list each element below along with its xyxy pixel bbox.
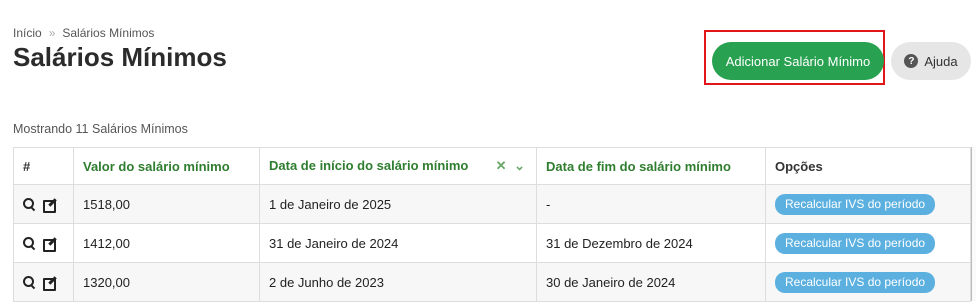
edit-icon[interactable] [43, 236, 57, 252]
scrollbar[interactable] [971, 147, 976, 301]
minimum-wage-table: # Valor do salário mínimo Data de início… [13, 147, 971, 302]
cell-value: 1518,00 [73, 184, 260, 224]
breadcrumb-home-link[interactable]: Início [13, 26, 42, 40]
help-button-label: Ajuda [924, 53, 958, 69]
recalculate-ivs-button[interactable]: Recalcular IVS do período [775, 232, 936, 254]
cell-end-date: 31 de Dezembro de 2024 [536, 223, 766, 263]
cell-value: 1320,00 [73, 262, 260, 302]
add-minimum-wage-button[interactable]: Adicionar Salário Mínimo [712, 42, 884, 80]
breadcrumb-separator: » [48, 26, 56, 40]
cell-end-date: - [536, 184, 766, 224]
column-header-hash: # [13, 147, 74, 185]
breadcrumb: Início » Salários Mínimos [13, 26, 154, 40]
table-row: 1320,00 2 de Junho de 2023 30 de Janeiro… [13, 262, 971, 302]
recalculate-ivs-button[interactable]: Recalcular IVS do período [775, 271, 936, 293]
cell-start-date: 1 de Janeiro de 2025 [259, 184, 537, 224]
page-title: Salários Mínimos [13, 42, 227, 72]
sort-clear-icon[interactable]: ✕ ⌄ [496, 158, 527, 174]
search-icon[interactable] [23, 275, 36, 289]
search-icon[interactable] [23, 236, 36, 250]
results-count: Mostrando 11 Salários Mínimos [13, 122, 188, 136]
column-header-value[interactable]: Valor do salário mínimo [73, 147, 260, 185]
table-row: 1518,00 1 de Janeiro de 2025 - Recalcula… [13, 184, 971, 224]
cell-start-date: 2 de Junho de 2023 [259, 262, 537, 302]
row-actions [13, 262, 74, 302]
edit-icon[interactable] [43, 197, 57, 213]
column-header-start-date-label: Data de início do salário mínimo [269, 158, 469, 173]
table-header-row: # Valor do salário mínimo Data de início… [13, 147, 971, 185]
breadcrumb-current: Salários Mínimos [62, 26, 155, 40]
column-header-start-date[interactable]: Data de início do salário mínimo ✕ ⌄ [259, 147, 537, 185]
question-circle-icon: ? [904, 54, 919, 68]
cell-start-date: 31 de Janeiro de 2024 [259, 223, 537, 263]
table-row: 1412,00 31 de Janeiro de 2024 31 de Deze… [13, 223, 971, 263]
help-button[interactable]: ? Ajuda [891, 42, 971, 80]
recalculate-ivs-button[interactable]: Recalcular IVS do período [775, 193, 936, 215]
row-actions [13, 223, 74, 263]
row-actions [13, 184, 74, 224]
cell-end-date: 30 de Janeiro de 2024 [536, 262, 766, 302]
column-header-options: Opções [765, 147, 971, 185]
cell-options: Recalcular IVS do período [765, 262, 971, 302]
cell-options: Recalcular IVS do período [765, 184, 971, 224]
cell-value: 1412,00 [73, 223, 260, 263]
search-icon[interactable] [23, 197, 36, 211]
edit-icon[interactable] [43, 275, 57, 291]
cell-options: Recalcular IVS do período [765, 223, 971, 263]
column-header-end-date[interactable]: Data de fim do salário mínimo [536, 147, 766, 185]
